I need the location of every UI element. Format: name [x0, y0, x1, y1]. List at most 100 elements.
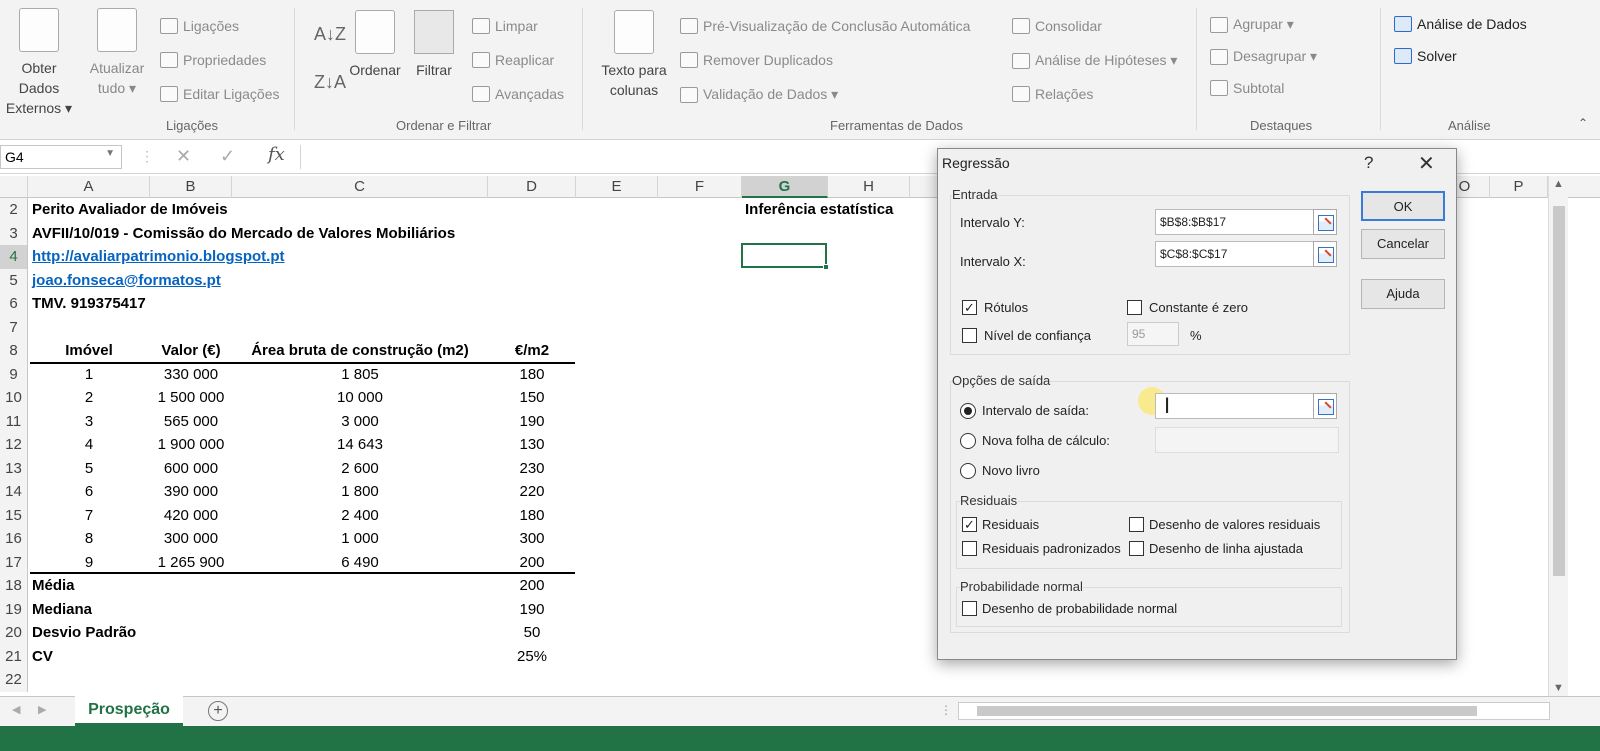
row-header[interactable]: 18: [0, 574, 28, 598]
header-valor[interactable]: Valor (€): [150, 339, 232, 363]
scroll-down-icon[interactable]: ▼: [1553, 682, 1564, 694]
row-header[interactable]: 20: [0, 621, 28, 645]
col-header-c[interactable]: C: [232, 176, 488, 198]
cell-eur-m2[interactable]: 150: [488, 386, 576, 410]
cell-area[interactable]: 14 643: [232, 433, 488, 457]
sheet-tab-prospecao[interactable]: Prospeção: [75, 696, 183, 726]
row-header[interactable]: 17: [0, 550, 28, 574]
what-if-analysis-button[interactable]: Análise de Hipóteses ▾: [1012, 52, 1177, 69]
line-fit-checkbox[interactable]: [1129, 541, 1144, 556]
output-range-input[interactable]: [1155, 393, 1315, 419]
help-icon[interactable]: ?: [1364, 153, 1373, 173]
properties-button[interactable]: Propriedades: [160, 52, 266, 68]
cell-a2[interactable]: Perito Avaliador de Imóveis: [32, 198, 228, 222]
y-range-input[interactable]: $B$8:$B$17: [1155, 209, 1315, 235]
labels-checkbox[interactable]: ✓: [962, 300, 977, 315]
col-header-p[interactable]: P: [1490, 176, 1548, 198]
cancel-button[interactable]: Cancelar: [1361, 229, 1445, 259]
header-area[interactable]: Área bruta de construção (m2): [232, 339, 488, 363]
row-header[interactable]: 19: [0, 597, 28, 621]
row-header[interactable]: 21: [0, 644, 28, 668]
col-header-g[interactable]: G: [742, 176, 828, 198]
cell-area[interactable]: 6 490: [232, 551, 488, 575]
row-header[interactable]: 8: [0, 339, 28, 363]
x-range-input[interactable]: $C$8:$C$17: [1155, 241, 1315, 267]
cell-a4-link[interactable]: http://avaliarpatrimonio.blogspot.pt: [32, 245, 285, 269]
new-workbook-radio[interactable]: [960, 463, 976, 479]
cancel-entry-button[interactable]: ✕: [176, 146, 191, 167]
vertical-scrollbar[interactable]: ▲ ▼: [1548, 176, 1568, 696]
name-box[interactable]: G4 ▼: [0, 145, 122, 169]
insert-function-button[interactable]: fx: [268, 144, 285, 165]
refresh-all-button[interactable]: Atualizar tudo ▾: [84, 8, 150, 98]
range-select-icon[interactable]: [1313, 393, 1337, 419]
add-sheet-icon[interactable]: +: [208, 701, 228, 721]
confidence-input[interactable]: 95: [1127, 322, 1179, 346]
text-to-columns-button[interactable]: Texto para colunas: [590, 10, 678, 100]
cell-eur-m2[interactable]: 200: [488, 551, 576, 575]
edit-links-button[interactable]: Editar Ligações: [160, 86, 280, 102]
cell-eur-m2[interactable]: 190: [488, 410, 576, 434]
confidence-checkbox[interactable]: [962, 328, 977, 343]
cell-a5-link[interactable]: joao.fonseca@formatos.pt: [32, 269, 221, 293]
col-header-b[interactable]: B: [150, 176, 232, 198]
cell-area[interactable]: 2 600: [232, 457, 488, 481]
cell-eur-m2[interactable]: 220: [488, 480, 576, 504]
cell-valor[interactable]: 1 900 000: [150, 433, 232, 457]
row-header[interactable]: 14: [0, 480, 28, 504]
cell-eur-m2[interactable]: 300: [488, 527, 576, 551]
next-sheet-icon[interactable]: ▶: [38, 703, 46, 716]
cell-imovel[interactable]: 8: [28, 527, 150, 551]
sort-az-icon[interactable]: A↓Z: [314, 24, 346, 45]
row-header[interactable]: 22: [0, 668, 28, 692]
range-select-icon[interactable]: [1313, 209, 1337, 235]
cell-imovel[interactable]: 4: [28, 433, 150, 457]
scroll-up-icon[interactable]: ▲: [1553, 178, 1564, 190]
cell-area[interactable]: 3 000: [232, 410, 488, 434]
confirm-entry-button[interactable]: ✓: [220, 146, 235, 167]
row-header[interactable]: 15: [0, 503, 28, 527]
cell-imovel[interactable]: 5: [28, 457, 150, 481]
col-header-a[interactable]: A: [28, 176, 150, 198]
cell-eur-m2[interactable]: 130: [488, 433, 576, 457]
cell-area[interactable]: 1 805: [232, 363, 488, 387]
cell-cv-value[interactable]: 25%: [488, 645, 576, 669]
row-header[interactable]: 10: [0, 386, 28, 410]
cell-eur-m2[interactable]: 180: [488, 504, 576, 528]
col-header-d[interactable]: D: [488, 176, 576, 198]
selected-cell-g4[interactable]: [741, 243, 829, 270]
relationships-button[interactable]: Relações: [1012, 86, 1093, 102]
row-header[interactable]: 4: [0, 245, 28, 269]
scroll-thumb[interactable]: [1553, 206, 1565, 576]
residual-plots-checkbox[interactable]: [1129, 517, 1144, 532]
cell-valor[interactable]: 390 000: [150, 480, 232, 504]
ok-button[interactable]: OK: [1361, 191, 1445, 221]
std-residuals-checkbox[interactable]: [962, 541, 977, 556]
cell-area[interactable]: 1 800: [232, 480, 488, 504]
cell-valor[interactable]: 300 000: [150, 527, 232, 551]
get-external-data-button[interactable]: Obter Dados Externos ▾: [0, 8, 78, 118]
filter-button[interactable]: Filtrar: [410, 10, 458, 80]
cell-imovel[interactable]: 1: [28, 363, 150, 387]
data-validation-button[interactable]: Validação de Dados ▾: [680, 86, 838, 103]
cell-valor[interactable]: 600 000: [150, 457, 232, 481]
cell-a3[interactable]: AVFII/10/019 - Comissão do Mercado de Va…: [32, 222, 455, 246]
row-header[interactable]: 3: [0, 221, 28, 245]
cell-media-value[interactable]: 200: [488, 574, 576, 598]
header-imovel[interactable]: Imóvel: [28, 339, 150, 363]
cell-imovel[interactable]: 6: [28, 480, 150, 504]
cell-area[interactable]: 1 000: [232, 527, 488, 551]
cell-media-label[interactable]: Média: [32, 574, 75, 598]
row-header[interactable]: 12: [0, 433, 28, 457]
output-range-radio[interactable]: [960, 403, 976, 419]
connections-button[interactable]: Ligações: [160, 18, 239, 34]
data-analysis-button[interactable]: Análise de Dados: [1394, 16, 1527, 32]
cell-a6[interactable]: TMV. 919375417: [32, 292, 146, 316]
row-header[interactable]: 5: [0, 268, 28, 292]
sort-button[interactable]: Ordenar: [344, 10, 406, 80]
cell-valor[interactable]: 1 500 000: [150, 386, 232, 410]
cell-mediana-label[interactable]: Mediana: [32, 598, 92, 622]
fill-handle[interactable]: [823, 264, 829, 270]
consolidate-button[interactable]: Consolidar: [1012, 18, 1102, 34]
col-header-f[interactable]: F: [658, 176, 742, 198]
